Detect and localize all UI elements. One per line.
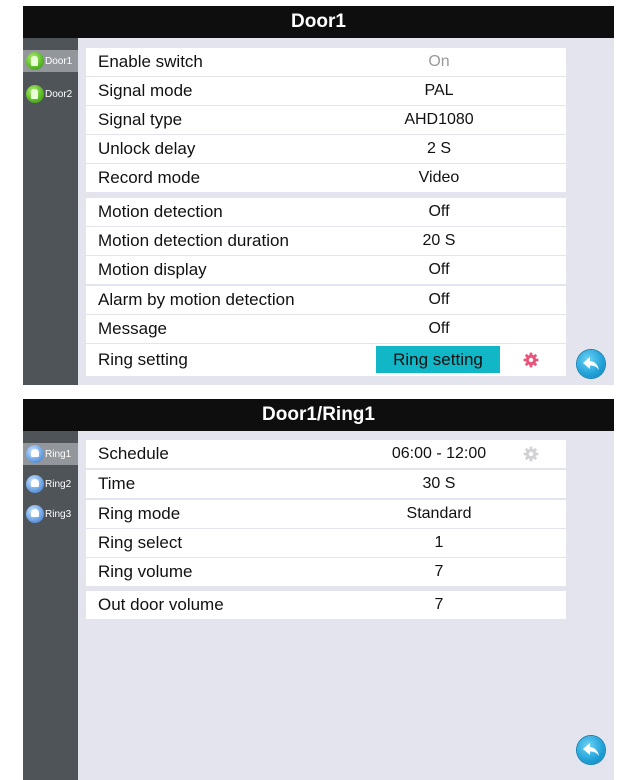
row-value[interactable]: Off [368,261,510,279]
motion-detection-duration-row[interactable]: Motion detection duration 20 S [86,227,566,255]
row-value[interactable]: Off [368,203,510,221]
row-label: Motion detection [98,202,223,221]
ring-volume-row[interactable]: Ring volume 7 [86,558,566,586]
ring-setting-row: Ring setting Ring setting [86,344,566,376]
ring-mode-row[interactable]: Ring mode Standard [86,500,566,528]
row-value[interactable]: 2 S [368,140,510,158]
sidebar-item-ring2[interactable]: Ring2 [23,473,78,495]
back-button[interactable] [577,350,605,378]
ring-panel-title: Door1/Ring1 [23,399,614,431]
row-label: Message [98,319,167,338]
row-label: Motion detection duration [98,231,289,250]
bell-icon [26,445,44,463]
gear-icon[interactable] [523,446,539,462]
motion-display-row[interactable]: Motion display Off [86,256,566,284]
bell-icon [26,505,44,523]
time-row[interactable]: Time 30 S [86,470,566,498]
sidebar-item-label: Door1 [45,55,73,67]
schedule-row[interactable]: Schedule 06:00 - 12:00 [86,440,566,468]
row-value[interactable]: Video [368,169,510,187]
ring-settings-panel: Door1/Ring1 Ring1 Ring2 Ring3 Schedule 0… [23,399,614,780]
row-value[interactable]: 1 [368,534,510,552]
row-value[interactable]: Off [368,320,510,338]
back-button[interactable] [577,736,605,764]
door-icon [26,52,44,70]
sidebar-item-label: Ring1 [45,448,72,460]
sidebar-item-ring3[interactable]: Ring3 [23,503,78,525]
row-label: Schedule [98,444,169,463]
ring-sidebar: Ring1 Ring2 Ring3 [23,431,78,780]
motion-detection-row[interactable]: Motion detection Off [86,198,566,226]
ring-setting-button[interactable]: Ring setting [376,346,500,373]
back-arrow-icon [583,357,599,370]
row-label: Ring volume [98,562,193,581]
row-label: Ring mode [98,504,181,523]
out-door-volume-row[interactable]: Out door volume 7 [86,591,566,619]
row-value[interactable]: 7 [368,596,510,614]
ring-select-row[interactable]: Ring select 1 [86,529,566,557]
sidebar-item-label: Ring2 [45,478,72,490]
row-value[interactable]: PAL [368,82,510,100]
sidebar-item-label: Door2 [45,88,73,100]
sidebar-item-label: Ring3 [45,508,72,520]
row-label: Ring select [98,533,183,552]
row-label: Out door volume [98,595,224,614]
row-label: Ring setting [98,350,188,369]
signal-type-row[interactable]: Signal type AHD1080 [86,106,566,134]
row-value[interactable]: Standard [368,505,510,523]
gear-icon[interactable] [523,352,539,368]
back-arrow-icon [583,743,599,756]
sidebar-item-ring1[interactable]: Ring1 [23,443,78,465]
row-value[interactable]: 20 S [368,232,510,250]
row-label: Signal type [98,110,183,129]
sidebar-item-door1[interactable]: Door1 [23,50,78,72]
bell-icon [26,475,44,493]
row-label: Signal mode [98,81,193,100]
row-value[interactable]: 30 S [368,475,510,493]
signal-mode-row[interactable]: Signal mode PAL [86,77,566,105]
unlock-delay-row[interactable]: Unlock delay 2 S [86,135,566,163]
row-label: Time [98,474,136,493]
door-sidebar: Door1 Door2 [23,38,78,385]
row-label: Motion display [98,260,207,279]
record-mode-row[interactable]: Record mode Video [86,164,566,192]
door-panel-title: Door1 [23,6,614,38]
row-label: Record mode [98,168,201,187]
enable-switch-row[interactable]: Enable switch On [86,48,566,76]
door-settings-panel: Door1 Door1 Door2 Enable switch On Signa… [23,6,614,385]
row-value[interactable]: On [368,53,510,71]
ring-panel-body: Ring1 Ring2 Ring3 Schedule 06:00 - 12:00 [23,431,614,780]
alarm-by-motion-detection-row[interactable]: Alarm by motion detection Off [86,286,566,314]
row-label: Enable switch [98,52,203,71]
message-row[interactable]: Message Off [86,315,566,343]
row-label: Alarm by motion detection [98,290,295,309]
row-value[interactable]: 7 [368,563,510,581]
row-label: Unlock delay [98,139,196,158]
sidebar-item-door2[interactable]: Door2 [23,83,78,105]
door-panel-body: Door1 Door2 Enable switch On Signal mode… [23,38,614,385]
row-value[interactable]: Off [368,291,510,309]
row-value[interactable]: 06:00 - 12:00 [368,445,510,463]
row-value[interactable]: AHD1080 [368,111,510,129]
door-icon [26,85,44,103]
